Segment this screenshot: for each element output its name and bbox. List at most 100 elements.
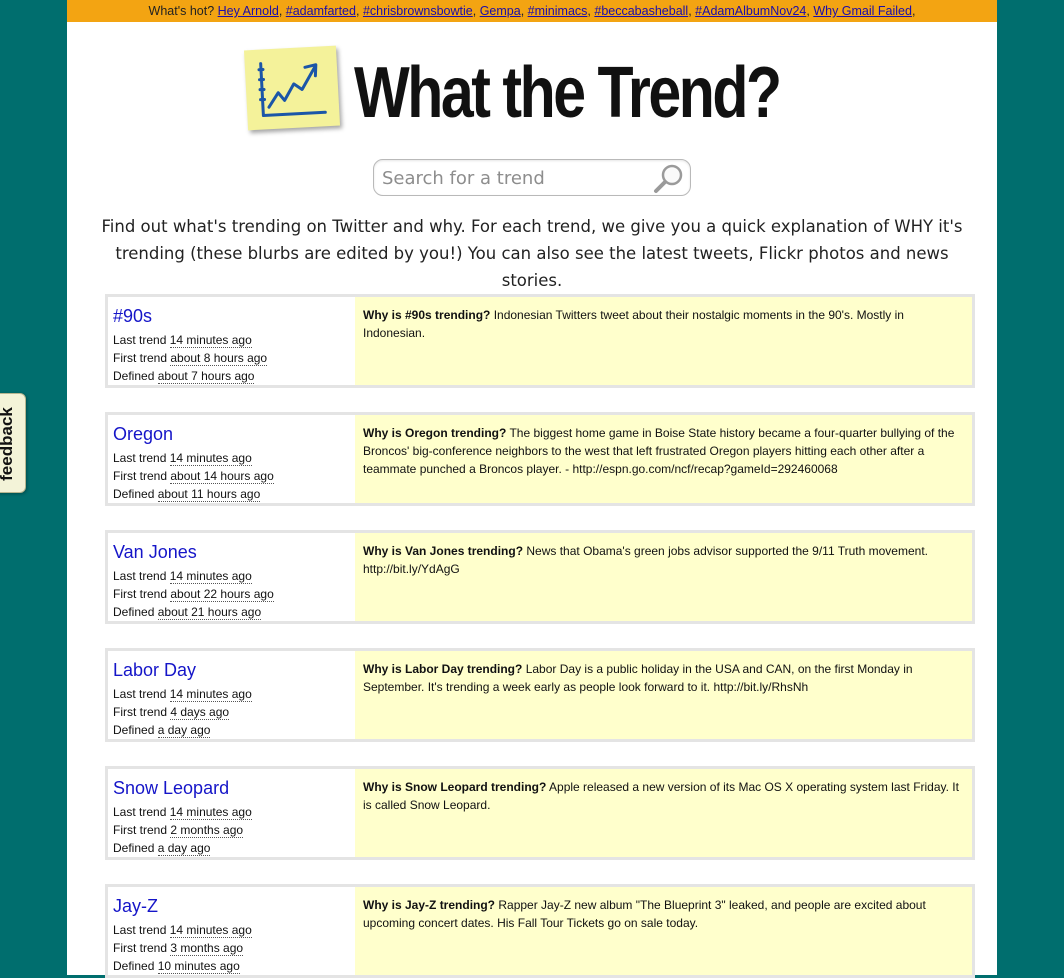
last-trend-label: Last trend xyxy=(113,805,167,819)
last-trend-label: Last trend xyxy=(113,569,167,583)
trend-item: Oregon Last trend 14 minutes ago First t… xyxy=(105,412,975,506)
defined-time: about 7 hours ago xyxy=(157,369,255,384)
defined-time: a day ago xyxy=(157,723,211,738)
last-trend-time: 14 minutes ago xyxy=(169,569,252,584)
last-trend-row: Last trend 14 minutes ago xyxy=(113,687,252,702)
hot-link[interactable]: #chrisbrownsbowtie xyxy=(363,4,473,18)
first-trend-row: First trend 3 months ago xyxy=(113,941,244,956)
feedback-label: feedback xyxy=(0,407,16,481)
defined-label: Defined xyxy=(113,369,155,383)
first-trend-label: First trend xyxy=(113,823,168,837)
site-title: What the Trend? xyxy=(354,53,782,133)
first-trend-time: 3 months ago xyxy=(170,941,244,956)
hot-link[interactable]: #minimacs xyxy=(528,4,588,18)
defined-row: Defined a day ago xyxy=(113,723,211,738)
hot-link[interactable]: Hey Arnold xyxy=(218,4,279,18)
defined-time: about 21 hours ago xyxy=(157,605,262,620)
trend-name-link[interactable]: Van Jones xyxy=(113,542,197,563)
last-trend-row: Last trend 14 minutes ago xyxy=(113,923,252,938)
first-trend-time: about 22 hours ago xyxy=(170,587,274,602)
first-trend-time: about 14 hours ago xyxy=(170,469,274,484)
first-trend-label: First trend xyxy=(113,351,168,365)
defined-label: Defined xyxy=(113,841,155,855)
last-trend-row: Last trend 14 minutes ago xyxy=(113,451,252,466)
trend-item: Jay-Z Last trend 14 minutes ago First tr… xyxy=(105,884,975,978)
hot-link[interactable]: #AdamAlbumNov24 xyxy=(695,4,806,18)
defined-row: Defined about 11 hours ago xyxy=(113,487,261,502)
first-trend-row: First trend about 8 hours ago xyxy=(113,351,268,366)
hot-link[interactable]: Gempa xyxy=(480,4,521,18)
trend-item: Van Jones Last trend 14 minutes ago Firs… xyxy=(105,530,975,624)
sticky-note xyxy=(243,45,341,131)
last-trend-row: Last trend 14 minutes ago xyxy=(113,569,252,584)
last-trend-time: 14 minutes ago xyxy=(169,805,252,820)
trend-explanation: Why is Labor Day trending? Labor Day is … xyxy=(355,651,972,739)
defined-row: Defined about 7 hours ago xyxy=(113,369,255,384)
why-heading: Why is Jay-Z trending? xyxy=(363,898,496,912)
trend-explanation: Why is Jay-Z trending? Rapper Jay-Z new … xyxy=(355,887,972,975)
trend-chart-icon xyxy=(257,62,327,118)
trend-name-link[interactable]: Jay-Z xyxy=(113,896,158,917)
last-trend-row: Last trend 14 minutes ago xyxy=(113,333,252,348)
defined-time: 10 minutes ago xyxy=(157,959,240,974)
trend-info: #90s Last trend 14 minutes ago First tre… xyxy=(113,297,353,385)
defined-row: Defined a day ago xyxy=(113,841,211,856)
defined-label: Defined xyxy=(113,605,155,619)
trend-explanation: Why is Snow Leopard trending? Apple rele… xyxy=(355,769,972,857)
first-trend-time: 4 days ago xyxy=(170,705,230,720)
why-heading: Why is Van Jones trending? xyxy=(363,544,524,558)
trend-item: Snow Leopard Last trend 14 minutes ago F… xyxy=(105,766,975,860)
first-trend-row: First trend 2 months ago xyxy=(113,823,244,838)
trend-info: Jay-Z Last trend 14 minutes ago First tr… xyxy=(113,887,353,975)
last-trend-time: 14 minutes ago xyxy=(169,923,252,938)
trend-explanation: Why is Oregon trending? The biggest home… xyxy=(355,415,972,503)
first-trend-time: 2 months ago xyxy=(170,823,244,838)
trend-explanation: Why is Van Jones trending? News that Oba… xyxy=(355,533,972,621)
first-trend-row: First trend 4 days ago xyxy=(113,705,230,720)
trend-name-link[interactable]: Labor Day xyxy=(113,660,196,681)
search-box xyxy=(373,159,691,196)
whats-hot-label: What's hot? xyxy=(148,4,215,18)
first-trend-label: First trend xyxy=(113,469,168,483)
first-trend-label: First trend xyxy=(113,587,168,601)
hot-link[interactable]: #beccabasheball xyxy=(594,4,688,18)
whats-hot-bar: What's hot? Hey Arnold, #adamfarted, #ch… xyxy=(67,0,997,22)
defined-label: Defined xyxy=(113,959,155,973)
trend-name-link[interactable]: Oregon xyxy=(113,424,173,445)
defined-time: a day ago xyxy=(157,841,211,856)
trend-item: Labor Day Last trend 14 minutes ago Firs… xyxy=(105,648,975,742)
site-logo[interactable]: What the Trend? xyxy=(242,44,822,140)
hot-link[interactable]: Why Gmail Failed xyxy=(813,4,912,18)
magnifier-icon[interactable] xyxy=(652,162,686,194)
last-trend-time: 14 minutes ago xyxy=(169,687,252,702)
last-trend-row: Last trend 14 minutes ago xyxy=(113,805,252,820)
defined-row: Defined 10 minutes ago xyxy=(113,959,240,974)
first-trend-label: First trend xyxy=(113,705,168,719)
last-trend-label: Last trend xyxy=(113,687,167,701)
search-input[interactable] xyxy=(380,164,650,192)
feedback-tab[interactable]: feedback xyxy=(0,393,26,493)
hot-link[interactable]: #adamfarted xyxy=(286,4,356,18)
intro-text: Find out what's trending on Twitter and … xyxy=(101,217,963,290)
last-trend-label: Last trend xyxy=(113,923,167,937)
last-trend-label: Last trend xyxy=(113,333,167,347)
trend-info: Labor Day Last trend 14 minutes ago Firs… xyxy=(113,651,353,739)
trend-explanation: Why is #90s trending? Indonesian Twitter… xyxy=(355,297,972,385)
first-trend-label: First trend xyxy=(113,941,168,955)
first-trend-row: First trend about 22 hours ago xyxy=(113,587,274,602)
last-trend-time: 14 minutes ago xyxy=(169,451,252,466)
trend-info: Van Jones Last trend 14 minutes ago Firs… xyxy=(113,533,353,621)
why-heading: Why is Oregon trending? xyxy=(363,426,507,440)
defined-label: Defined xyxy=(113,487,155,501)
trend-name-link[interactable]: #90s xyxy=(113,306,152,327)
defined-time: about 11 hours ago xyxy=(157,487,261,502)
defined-label: Defined xyxy=(113,723,155,737)
why-heading: Why is Labor Day trending? xyxy=(363,662,523,676)
last-trend-time: 14 minutes ago xyxy=(169,333,252,348)
trend-item: #90s Last trend 14 minutes ago First tre… xyxy=(105,294,975,388)
first-trend-row: First trend about 14 hours ago xyxy=(113,469,274,484)
trend-name-link[interactable]: Snow Leopard xyxy=(113,778,229,799)
trend-info: Oregon Last trend 14 minutes ago First t… xyxy=(113,415,353,503)
why-heading: Why is Snow Leopard trending? xyxy=(363,780,547,794)
trend-info: Snow Leopard Last trend 14 minutes ago F… xyxy=(113,769,353,857)
